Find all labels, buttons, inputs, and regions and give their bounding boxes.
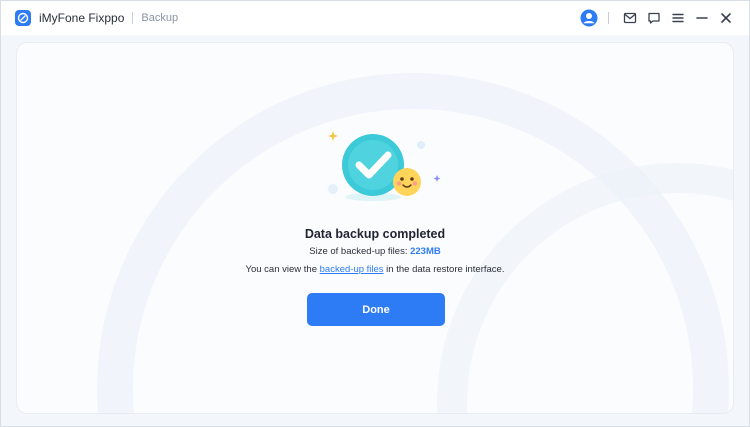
restore-info-text: You can view the backed-up files in the … xyxy=(17,264,733,275)
sparkle-icon xyxy=(433,175,441,182)
breadcrumb: Backup xyxy=(141,12,179,24)
title-bar-controls xyxy=(576,1,737,35)
title-bar-divider xyxy=(608,12,609,24)
restore-info-suffix: in the data restore interface. xyxy=(383,264,505,275)
backup-success-illustration xyxy=(328,131,441,201)
minimize-icon xyxy=(696,17,708,19)
restore-info-prefix: You can view the xyxy=(245,264,320,275)
menu-icon xyxy=(672,13,684,23)
mail-button[interactable] xyxy=(619,7,641,29)
close-icon xyxy=(721,13,731,23)
app-name: iMyFone Fixppo xyxy=(39,11,125,25)
minimize-button[interactable] xyxy=(691,7,713,29)
app-logo-icon xyxy=(15,10,31,26)
feedback-button[interactable] xyxy=(643,7,665,29)
backup-size-value: 223MB xyxy=(410,246,441,257)
mail-icon xyxy=(623,12,637,24)
bubble-decoration-icon xyxy=(328,184,338,194)
bubble-decoration-icon xyxy=(417,141,425,149)
backup-size-label: Size of backed-up files: xyxy=(309,246,411,257)
menu-button[interactable] xyxy=(667,7,689,29)
smiley-emoji-icon xyxy=(393,168,421,196)
close-button[interactable] xyxy=(715,7,737,29)
content-card: Data backup completed Size of backed-up … xyxy=(17,43,733,413)
backup-size-text: Size of backed-up files: 223MB xyxy=(17,246,733,257)
title-bar: iMyFone Fixppo Backup xyxy=(1,1,749,35)
done-button[interactable]: Done xyxy=(307,293,445,326)
feedback-icon xyxy=(648,12,660,24)
account-button[interactable] xyxy=(578,7,600,29)
account-icon xyxy=(580,9,598,27)
title-divider xyxy=(132,12,134,24)
sparkle-icon xyxy=(328,131,338,141)
result-title: Data backup completed xyxy=(304,227,446,241)
app-window: iMyFone Fixppo Backup Data backup comple… xyxy=(0,0,750,427)
backed-up-files-link[interactable]: backed-up files xyxy=(320,264,384,275)
